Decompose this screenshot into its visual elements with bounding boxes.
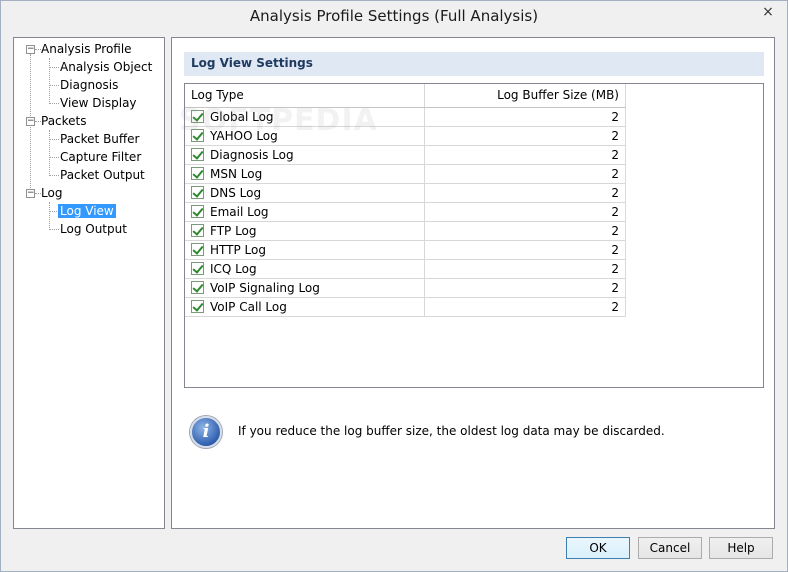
tree-item-capture-filter[interactable]: Capture Filter: [60, 148, 141, 166]
table-row[interactable]: VoIP Call Log 2: [185, 297, 626, 317]
settings-tree[interactable]: − Analysis Profile Analysis Object Diagn…: [13, 37, 165, 529]
tree-item-log-output[interactable]: Log Output: [60, 220, 127, 238]
tree-connector: [49, 157, 59, 158]
log-enabled-checkbox[interactable]: [191, 185, 204, 199]
title-bar[interactable]: Analysis Profile Settings (Full Analysis…: [1, 1, 787, 32]
log-type-label: MSN Log: [210, 166, 263, 181]
log-enabled-checkbox[interactable]: [191, 223, 204, 237]
log-enabled-checkbox[interactable]: [191, 147, 204, 161]
log-type-label: Diagnosis Log: [210, 147, 294, 162]
section-header: Log View Settings: [184, 52, 764, 76]
info-icon: i: [190, 416, 222, 448]
tree-connector: [49, 130, 50, 176]
buffer-size-cell[interactable]: 2: [424, 297, 626, 317]
cancel-button[interactable]: Cancel: [638, 537, 702, 559]
log-type-cell: DNS Log: [185, 183, 426, 203]
tree-item-packets[interactable]: Packets: [41, 112, 87, 130]
table-row[interactable]: ICQ Log 2: [185, 259, 626, 279]
log-type-label: VoIP Signaling Log: [210, 280, 320, 295]
buffer-size-cell[interactable]: 2: [424, 221, 626, 241]
buffer-size-cell[interactable]: 2: [424, 107, 626, 127]
buffer-size-cell[interactable]: 2: [424, 278, 626, 298]
log-type-cell: HTTP Log: [185, 240, 426, 260]
collapse-icon[interactable]: −: [26, 189, 35, 198]
log-enabled-checkbox[interactable]: [191, 280, 204, 294]
log-enabled-checkbox[interactable]: [191, 299, 204, 313]
ok-button[interactable]: OK: [566, 537, 630, 559]
tree-connector: [49, 85, 59, 86]
column-header-buffer-size[interactable]: Log Buffer Size (MB): [424, 84, 626, 108]
table-row[interactable]: DNS Log 2: [185, 183, 626, 203]
collapse-icon[interactable]: −: [26, 117, 35, 126]
tree-connector: [49, 202, 50, 230]
table-row[interactable]: HTTP Log 2: [185, 240, 626, 260]
table-row[interactable]: MSN Log 2: [185, 164, 626, 184]
log-type-cell: VoIP Call Log: [185, 297, 426, 317]
log-enabled-checkbox[interactable]: [191, 166, 204, 180]
tree-connector: [49, 175, 59, 176]
tree-connector: [49, 139, 59, 140]
log-type-cell: MSN Log: [185, 164, 426, 184]
tree-item-packet-output[interactable]: Packet Output: [60, 166, 145, 184]
info-message: i If you reduce the log buffer size, the…: [190, 416, 750, 452]
tree-item-log[interactable]: Log: [41, 184, 62, 202]
help-button[interactable]: Help: [709, 537, 773, 559]
log-type-cell: VoIP Signaling Log: [185, 278, 426, 298]
tree-item-diagnosis[interactable]: Diagnosis: [60, 76, 118, 94]
log-type-cell: FTP Log: [185, 221, 426, 241]
watermark: SOFTPEDIA: [179, 103, 378, 138]
buffer-size-cell[interactable]: 2: [424, 240, 626, 260]
tree-connector: [49, 103, 59, 104]
collapse-icon[interactable]: −: [26, 45, 35, 54]
log-type-label: Email Log: [210, 204, 269, 219]
buffer-size-cell[interactable]: 2: [424, 183, 626, 203]
tree-item-packet-buffer[interactable]: Packet Buffer: [60, 130, 140, 148]
buffer-size-cell[interactable]: 2: [424, 126, 626, 146]
log-type-label: VoIP Call Log: [210, 299, 287, 314]
log-enabled-checkbox[interactable]: [191, 242, 204, 256]
info-text: If you reduce the log buffer size, the o…: [238, 424, 665, 438]
section-title: Log View Settings: [191, 56, 313, 70]
log-enabled-checkbox[interactable]: [191, 261, 204, 275]
log-type-label: FTP Log: [210, 223, 257, 238]
buffer-size-cell[interactable]: 2: [424, 202, 626, 222]
log-type-cell: Diagnosis Log: [185, 145, 426, 165]
tree-connector: [49, 58, 50, 104]
buffer-size-cell[interactable]: 2: [424, 145, 626, 165]
tree-connector: [49, 67, 59, 68]
log-type-cell: Email Log: [185, 202, 426, 222]
log-enabled-checkbox[interactable]: [191, 204, 204, 218]
log-type-label: HTTP Log: [210, 242, 266, 257]
log-type-cell: ICQ Log: [185, 259, 426, 279]
tree-connector: [49, 229, 59, 230]
tree-item-analysis-profile[interactable]: Analysis Profile: [41, 40, 132, 58]
table-row[interactable]: FTP Log 2: [185, 221, 626, 241]
close-icon[interactable]: ×: [749, 1, 787, 23]
buffer-size-cell[interactable]: 2: [424, 259, 626, 279]
table-row[interactable]: VoIP Signaling Log 2: [185, 278, 626, 298]
dialog-window: Analysis Profile Settings (Full Analysis…: [0, 0, 788, 572]
table-row[interactable]: Email Log 2: [185, 202, 626, 222]
log-type-label: ICQ Log: [210, 261, 257, 276]
window-title: Analysis Profile Settings (Full Analysis…: [249, 7, 539, 25]
tree-item-view-display[interactable]: View Display: [60, 94, 137, 112]
tree-item-analysis-object[interactable]: Analysis Object: [60, 58, 152, 76]
buffer-size-cell[interactable]: 2: [424, 164, 626, 184]
table-row[interactable]: Diagnosis Log 2: [185, 145, 626, 165]
tree-item-log-view[interactable]: Log View: [58, 202, 116, 220]
log-type-label: DNS Log: [210, 185, 262, 200]
